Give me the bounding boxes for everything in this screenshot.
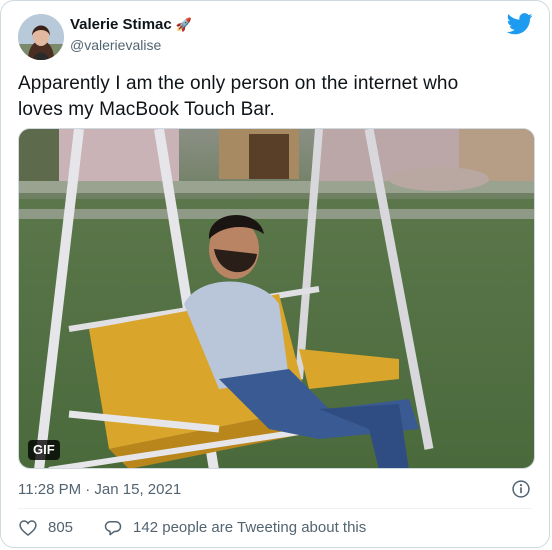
tweet-card: Valerie Stimac 🚀 @valerievalise Apparent… <box>0 0 550 548</box>
reply-text: 142 people are Tweeting about this <box>133 519 367 536</box>
author-handle[interactable]: @valerievalise <box>70 36 161 54</box>
gif-badge: GIF <box>28 440 60 460</box>
like-button[interactable]: 805 <box>18 518 73 538</box>
author-name[interactable]: Valerie Stimac <box>70 16 172 34</box>
speech-bubble-icon <box>104 521 122 536</box>
action-bar: 805 142 people are Tweeting about this <box>18 518 366 538</box>
divider <box>18 508 532 509</box>
info-icon[interactable] <box>511 479 531 499</box>
rocket-emoji: 🚀 <box>175 17 192 32</box>
avatar[interactable] <box>18 14 64 60</box>
swing-scene-image <box>19 129 534 468</box>
author-name-row[interactable]: Valerie Stimac 🚀 <box>70 16 192 34</box>
heart-icon <box>19 520 37 537</box>
tweet-text: Apparently I am the only person on the i… <box>18 71 528 123</box>
tweet-text-line-1: Apparently I am the only person on the i… <box>18 73 459 94</box>
twitter-bird-icon[interactable] <box>507 13 533 35</box>
like-count: 805 <box>48 519 74 536</box>
reply-button[interactable]: 142 people are Tweeting about this <box>103 518 366 538</box>
gif-media[interactable] <box>18 128 535 469</box>
tweet-text-line-2: loves my MacBook Touch Bar. <box>18 99 275 120</box>
tweet-timestamp[interactable]: 11:28 PM · Jan 15, 2021 <box>18 480 181 500</box>
